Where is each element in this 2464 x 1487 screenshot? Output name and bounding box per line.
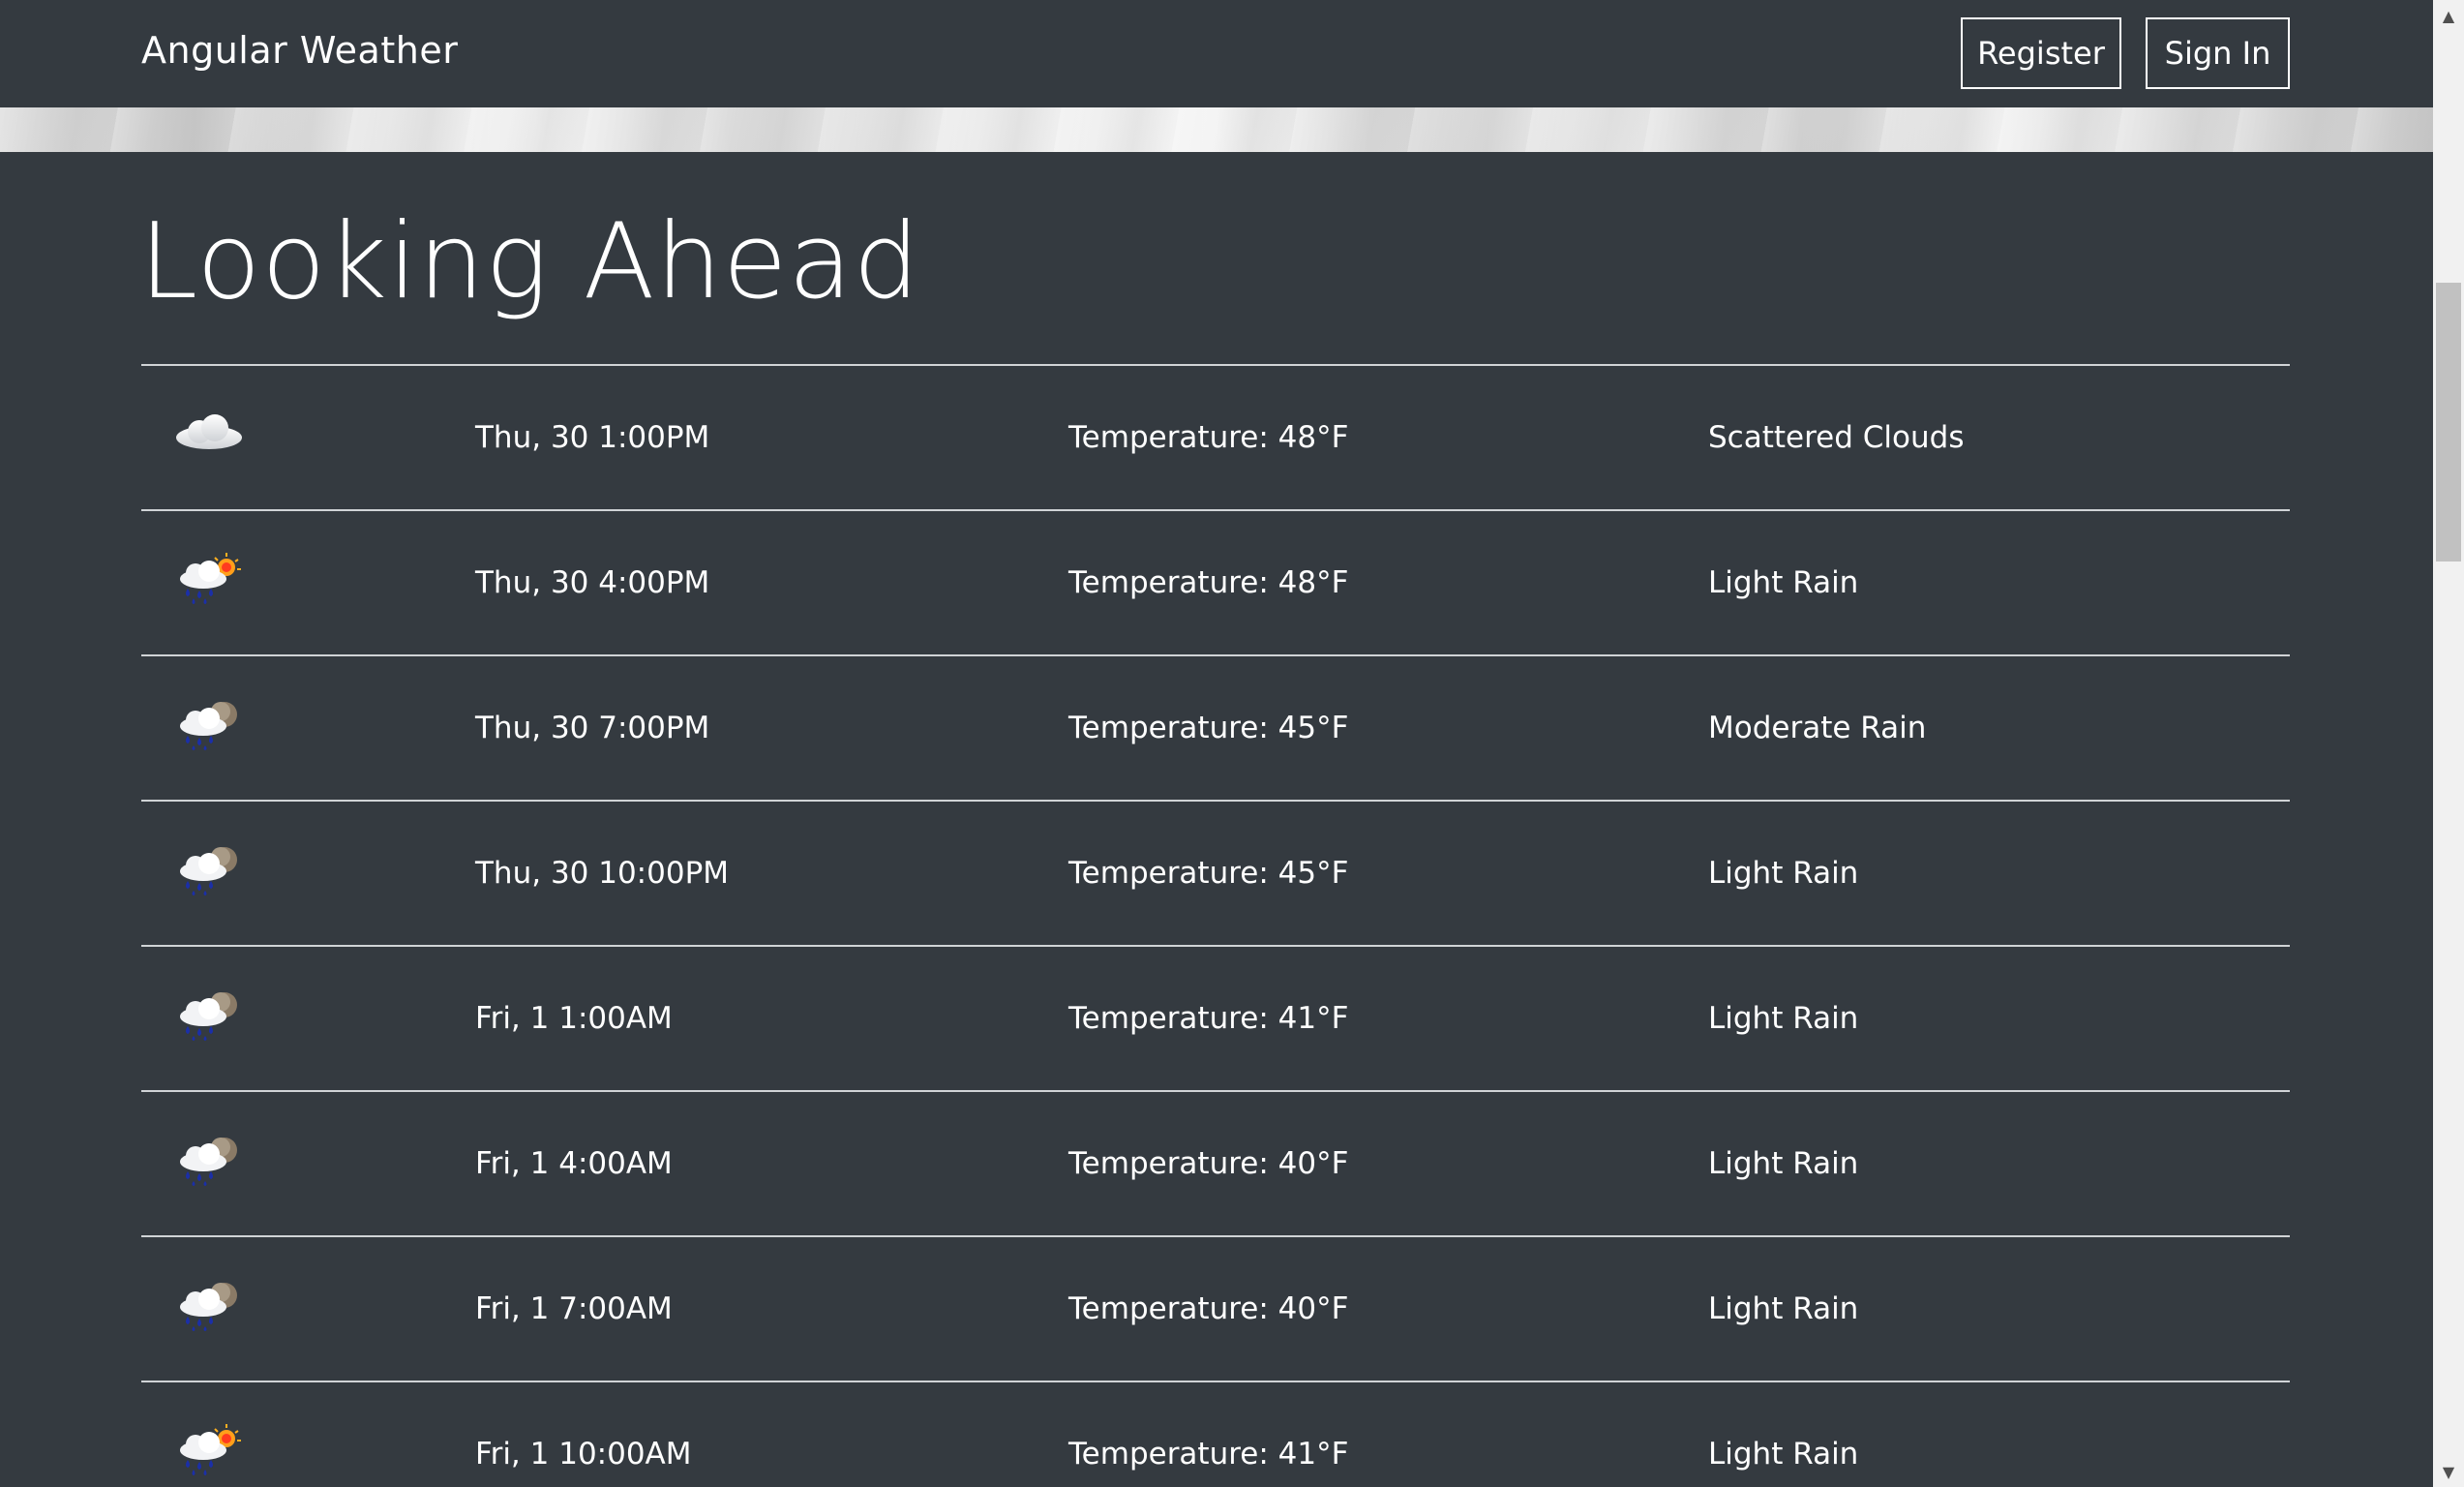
forecast-temperature: Temperature: 48°F	[1068, 565, 1349, 600]
forecast-row: Thu, 30 7:00PM Temperature: 45°F Moderat…	[141, 654, 2290, 800]
forecast-time: Fri, 1 10:00AM	[475, 1437, 692, 1472]
forecast-row: Fri, 1 10:00AM Temperature: 41°F Light R…	[141, 1381, 2290, 1487]
forecast-temperature: Temperature: 48°F	[1068, 420, 1349, 455]
sign-in-button[interactable]: Sign In	[2146, 17, 2290, 89]
rain-moon-icon	[170, 656, 267, 800]
page-title: Looking Ahead	[139, 201, 921, 322]
forecast-row: Thu, 30 10:00PM Temperature: 45°F Light …	[141, 800, 2290, 945]
forecast-temperature: Temperature: 41°F	[1068, 1001, 1349, 1036]
forecast-description: Light Rain	[1708, 1001, 1859, 1036]
scroll-down-arrow-icon[interactable]: ▼	[2433, 1456, 2464, 1487]
forecast-description: Moderate Rain	[1708, 711, 1927, 745]
forecast-time: Fri, 1 1:00AM	[475, 1001, 673, 1036]
forecast-description: Light Rain	[1708, 856, 1859, 891]
scrollbar-thumb[interactable]	[2436, 283, 2461, 561]
forecast-description: Light Rain	[1708, 565, 1859, 600]
forecast-row: Fri, 1 7:00AM Temperature: 40°F Light Ra…	[141, 1235, 2290, 1381]
forecast-description: Light Rain	[1708, 1146, 1859, 1181]
forecast-time: Thu, 30 7:00PM	[475, 711, 710, 745]
forecast-time: Fri, 1 7:00AM	[475, 1291, 673, 1326]
forecast-temperature: Temperature: 40°F	[1068, 1146, 1349, 1181]
navbar: Angular Weather Register Sign In	[0, 0, 2433, 107]
rain-moon-icon	[170, 802, 267, 945]
scattered-clouds-icon	[170, 366, 267, 509]
forecast-time: Thu, 30 10:00PM	[475, 856, 730, 891]
forecast-description: Light Rain	[1708, 1437, 1859, 1472]
rain-moon-icon	[170, 947, 267, 1090]
register-button[interactable]: Register	[1961, 17, 2121, 89]
rain-sun-icon	[170, 511, 267, 654]
forecast-description: Scattered Clouds	[1708, 420, 1965, 455]
brand-link[interactable]: Angular Weather	[141, 29, 458, 72]
rain-moon-icon	[170, 1237, 267, 1381]
page: Angular Weather Register Sign In Looking…	[0, 0, 2464, 1487]
forecast-description: Light Rain	[1708, 1291, 1859, 1326]
forecast-temperature: Temperature: 45°F	[1068, 856, 1349, 891]
forecast-time: Thu, 30 4:00PM	[475, 565, 710, 600]
forecast-row: Thu, 30 1:00PM Temperature: 48°F Scatter…	[141, 364, 2290, 509]
forecast-row: Fri, 1 1:00AM Temperature: 41°F Light Ra…	[141, 945, 2290, 1090]
cloud-banner-image	[0, 107, 2433, 152]
forecast-temperature: Temperature: 40°F	[1068, 1291, 1349, 1326]
vertical-scrollbar[interactable]: ▲ ▼	[2433, 0, 2464, 1487]
forecast-temperature: Temperature: 45°F	[1068, 711, 1349, 745]
forecast-time: Fri, 1 4:00AM	[475, 1146, 673, 1181]
rain-sun-icon	[170, 1382, 267, 1487]
rain-moon-icon	[170, 1092, 267, 1235]
forecast-row: Thu, 30 4:00PM Temperature: 48°F Light R…	[141, 509, 2290, 654]
forecast-temperature: Temperature: 41°F	[1068, 1437, 1349, 1472]
scroll-up-arrow-icon[interactable]: ▲	[2433, 0, 2464, 31]
forecast-time: Thu, 30 1:00PM	[475, 420, 710, 455]
forecast-row: Fri, 1 4:00AM Temperature: 40°F Light Ra…	[141, 1090, 2290, 1235]
forecast-table: Thu, 30 1:00PM Temperature: 48°F Scatter…	[141, 364, 2290, 1487]
